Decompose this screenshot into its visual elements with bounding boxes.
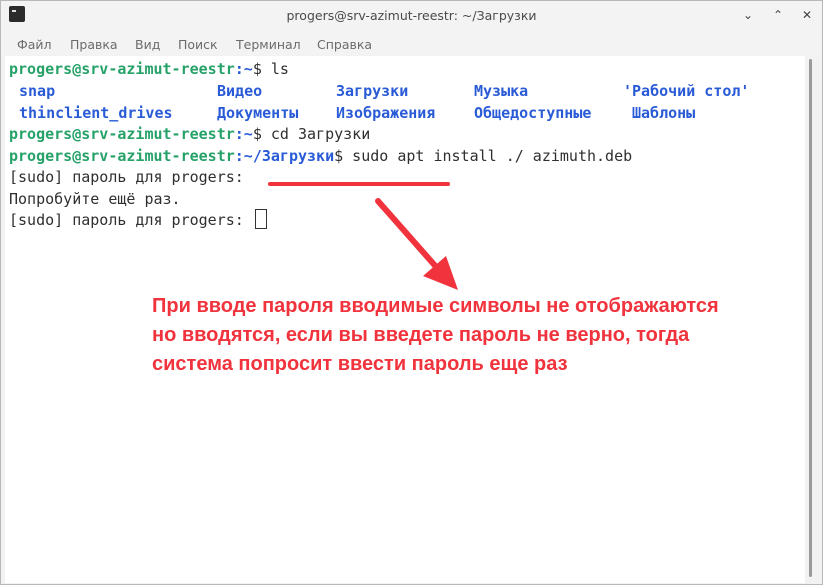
annotation-line: но вводятся, если вы введете пароль не в…: [152, 324, 690, 346]
annotation-note: При вводе пароля вводимые символы не ото…: [152, 292, 812, 379]
annotation-line: система попросит ввести пароль еще раз: [152, 353, 568, 375]
arrow-shaft: [375, 198, 441, 272]
annotation-line: При вводе пароля вводимые символы не ото…: [152, 295, 719, 317]
